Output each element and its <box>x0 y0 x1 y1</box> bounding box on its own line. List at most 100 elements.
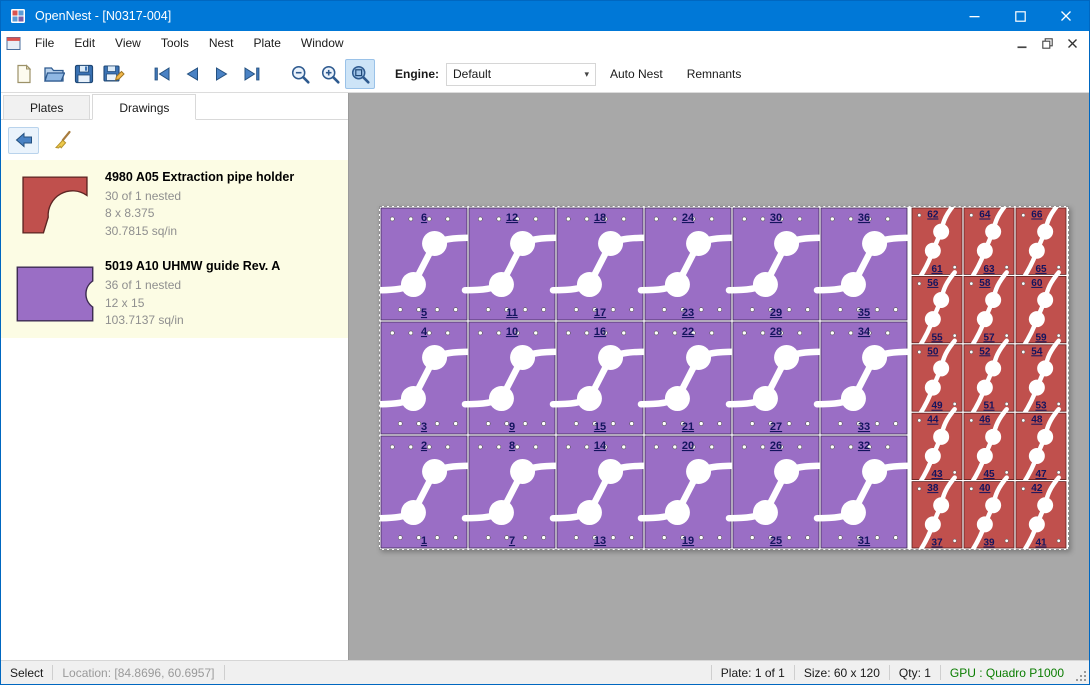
zoom-out-button[interactable] <box>285 59 315 89</box>
nav-prev-button[interactable] <box>177 59 207 89</box>
nested-holder-part-pair[interactable]: 6665 <box>1016 207 1066 278</box>
part-number: 15 <box>594 421 606 433</box>
new-button[interactable] <box>9 59 39 89</box>
nest-canvas[interactable]: 6512111817242330293635431091615222128273… <box>349 93 1089 660</box>
nested-guide-part-pair[interactable]: 65 <box>380 208 471 320</box>
tab-drawings[interactable]: Drawings <box>92 94 196 120</box>
part-number: 66 <box>1031 210 1043 221</box>
nested-holder-part-pair[interactable]: 5049 <box>912 341 962 415</box>
nested-guide-part-pair[interactable]: 1615 <box>553 322 647 434</box>
nav-first-icon <box>152 64 172 84</box>
menu-item-window[interactable]: Window <box>291 31 354 56</box>
part-number: 28 <box>770 326 782 338</box>
engine-selected-value: Default <box>453 67 491 81</box>
close-icon[interactable] <box>1043 1 1089 31</box>
part-number: 20 <box>682 440 694 452</box>
part-number: 59 <box>1035 332 1047 343</box>
part-number: 10 <box>506 326 518 338</box>
nav-next-button[interactable] <box>207 59 237 89</box>
nested-holder-part-pair[interactable]: 6261 <box>912 207 962 278</box>
nested-holder-part-pair[interactable]: 4645 <box>964 409 1014 483</box>
nested-holder-part-pair[interactable]: 3837 <box>912 478 962 549</box>
nested-guide-part-pair[interactable]: 1817 <box>553 208 647 320</box>
resize-grip[interactable] <box>1073 661 1089 684</box>
nested-guide-part-pair[interactable]: 2019 <box>641 436 735 548</box>
zoom-in-button[interactable] <box>315 59 345 89</box>
minimize-icon[interactable] <box>951 1 997 31</box>
nested-guide-part-pair[interactable]: 2221 <box>641 322 735 434</box>
chevron-down-icon: ▾ <box>584 69 589 80</box>
nested-guide-part-pair[interactable]: 109 <box>465 322 559 434</box>
auto-nest-button[interactable]: Auto Nest <box>600 60 673 88</box>
part-number: 43 <box>931 469 943 480</box>
mdi-minimize-icon[interactable] <box>1011 34 1033 54</box>
part-number: 16 <box>594 326 606 338</box>
nested-guide-part-pair[interactable]: 2827 <box>729 322 823 434</box>
part-number: 3 <box>421 421 427 433</box>
part-number: 2 <box>421 440 427 452</box>
clean-icon <box>53 130 73 150</box>
part-number: 21 <box>682 421 694 433</box>
nested-holder-part-pair[interactable]: 5251 <box>964 341 1014 415</box>
menu-item-plate[interactable]: Plate <box>244 31 291 56</box>
part-number: 13 <box>594 535 606 547</box>
menu-item-edit[interactable]: Edit <box>64 31 105 56</box>
nested-guide-part-pair[interactable]: 21 <box>380 436 471 548</box>
part-number: 7 <box>509 535 515 547</box>
clean-button[interactable] <box>47 127 78 154</box>
nested-holder-part-pair[interactable]: 6463 <box>964 207 1014 278</box>
menu-item-nest[interactable]: Nest <box>199 31 244 56</box>
nav-last-button[interactable] <box>237 59 267 89</box>
nested-holder-part-pair[interactable]: 4241 <box>1016 478 1066 549</box>
nested-guide-part-pair[interactable]: 1211 <box>465 208 559 320</box>
part-number: 40 <box>979 483 991 494</box>
maximize-icon[interactable] <box>997 1 1043 31</box>
nested-guide-part-pair[interactable]: 3231 <box>817 436 911 548</box>
drawing-list: 4980 A05 Extraction pipe holder30 of 1 n… <box>1 160 348 338</box>
nested-guide-part-pair[interactable]: 3433 <box>817 322 911 434</box>
nested-holder-part-pair[interactable]: 4847 <box>1016 409 1066 483</box>
status-gpu: GPU : Quadro P1000 <box>941 666 1073 680</box>
nested-holder-part-pair[interactable]: 4443 <box>912 409 962 483</box>
nested-guide-part-pair[interactable]: 87 <box>465 436 559 548</box>
nested-holder-part-pair[interactable]: 5857 <box>964 272 1014 346</box>
engine-select[interactable]: Default ▾ <box>446 63 596 86</box>
nested-holder-part-pair[interactable]: 5453 <box>1016 341 1066 415</box>
app-icon <box>10 8 26 24</box>
nested-holder-part-pair[interactable]: 5655 <box>912 272 962 346</box>
remnants-button[interactable]: Remnants <box>677 60 752 88</box>
menu-item-view[interactable]: View <box>105 31 151 56</box>
part-number: 31 <box>858 535 870 547</box>
nav-next-icon <box>212 64 232 84</box>
mdi-close-icon[interactable] <box>1061 34 1083 54</box>
tab-plates[interactable]: Plates <box>3 95 90 119</box>
mdi-restore-icon[interactable] <box>1036 34 1058 54</box>
nested-guide-part-pair[interactable]: 3029 <box>729 208 823 320</box>
nest-plate[interactable]: 6512111817242330293635431091615222128273… <box>379 206 1069 550</box>
drawing-item[interactable]: 5019 A10 UHMW guide Rev. A 36 of 1 nested… <box>1 249 348 338</box>
part-number: 50 <box>927 346 939 357</box>
drawing-nested-count: 36 of 1 nested <box>105 277 280 294</box>
save-button[interactable] <box>69 59 99 89</box>
zoom-fit-button[interactable] <box>345 59 375 89</box>
nested-guide-part-pair[interactable]: 3635 <box>817 208 911 320</box>
nested-guide-part-pair[interactable]: 2625 <box>729 436 823 548</box>
status-mode: Select <box>1 666 52 680</box>
nested-holder-part-pair[interactable]: 6059 <box>1016 272 1066 346</box>
mdi-window-controls <box>1011 34 1089 54</box>
save-as-button[interactable] <box>99 59 129 89</box>
menu-item-tools[interactable]: Tools <box>151 31 199 56</box>
drawing-item[interactable]: 4980 A05 Extraction pipe holder30 of 1 n… <box>1 160 348 249</box>
menu-item-file[interactable]: File <box>25 31 64 56</box>
part-number: 42 <box>1031 483 1043 494</box>
document-icon <box>6 36 21 51</box>
nested-guide-part-pair[interactable]: 2423 <box>641 208 735 320</box>
nav-first-button[interactable] <box>147 59 177 89</box>
nested-guide-part-pair[interactable]: 43 <box>380 322 471 434</box>
import-part-button[interactable] <box>8 127 39 154</box>
nested-holder-part-pair[interactable]: 4039 <box>964 478 1014 549</box>
drawing-title: 5019 A10 UHMW guide Rev. A <box>105 259 280 273</box>
open-button[interactable] <box>39 59 69 89</box>
nested-guide-part-pair[interactable]: 1413 <box>553 436 647 548</box>
part-number: 23 <box>682 307 694 319</box>
